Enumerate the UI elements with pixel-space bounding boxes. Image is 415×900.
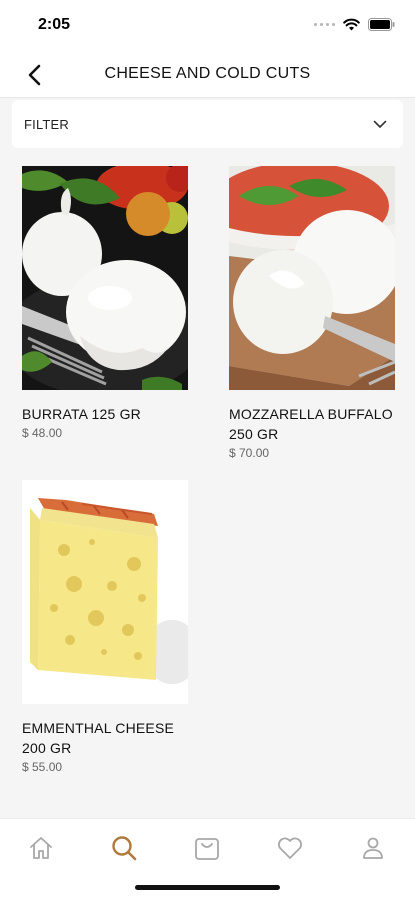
heart-icon [278,837,302,859]
signal-icon [314,23,335,26]
profile-icon [363,837,383,859]
wifi-icon [343,18,360,31]
status-bar: 2:05 [0,0,415,52]
filter-dropdown[interactable]: FILTER [12,100,403,148]
product-price: $ 70.00 [229,446,270,460]
tab-cart[interactable] [190,831,224,865]
product-card-emmenthal[interactable]: EMMENTHAL CHEESE 200 GR $ 55.00 [22,480,192,774]
tab-home[interactable] [24,831,58,865]
product-price: $ 55.00 [22,760,63,774]
product-name: MOZZARELLA BUFFALO 250 GR [229,406,393,442]
nav-bar: CHEESE AND COLD CUTS [0,52,415,98]
product-name: EMMENTHAL CHEESE 200 GR [22,720,175,756]
product-card-mozzarella[interactable]: MOZZARELLA BUFFALO 250 GR $ 70.00 [229,166,399,460]
home-icon [30,837,52,859]
tab-profile[interactable] [356,831,390,865]
product-name: BURRATA 125 GR [22,406,141,422]
status-time: 2:05 [38,16,71,33]
chevron-down-icon [373,120,387,128]
product-image-mozzarella [229,166,395,390]
product-price: $ 48.00 [22,426,63,440]
screen: 2:05 CHEESE AND COLD CUTS FILTER BURRATA… [0,0,415,900]
product-image-emmenthal [22,480,188,704]
status-icons [314,18,395,31]
tab-search[interactable] [107,831,141,865]
filter-label: FILTER [24,117,70,132]
battery-icon [368,18,395,31]
product-image-burrata [22,166,188,390]
home-indicator [135,885,280,890]
page-title: CHEESE AND COLD CUTS [104,65,311,82]
cart-icon [195,838,219,860]
tab-favorites[interactable] [273,831,307,865]
product-card-burrata[interactable]: BURRATA 125 GR $ 48.00 [22,166,192,440]
search-icon [112,836,137,861]
